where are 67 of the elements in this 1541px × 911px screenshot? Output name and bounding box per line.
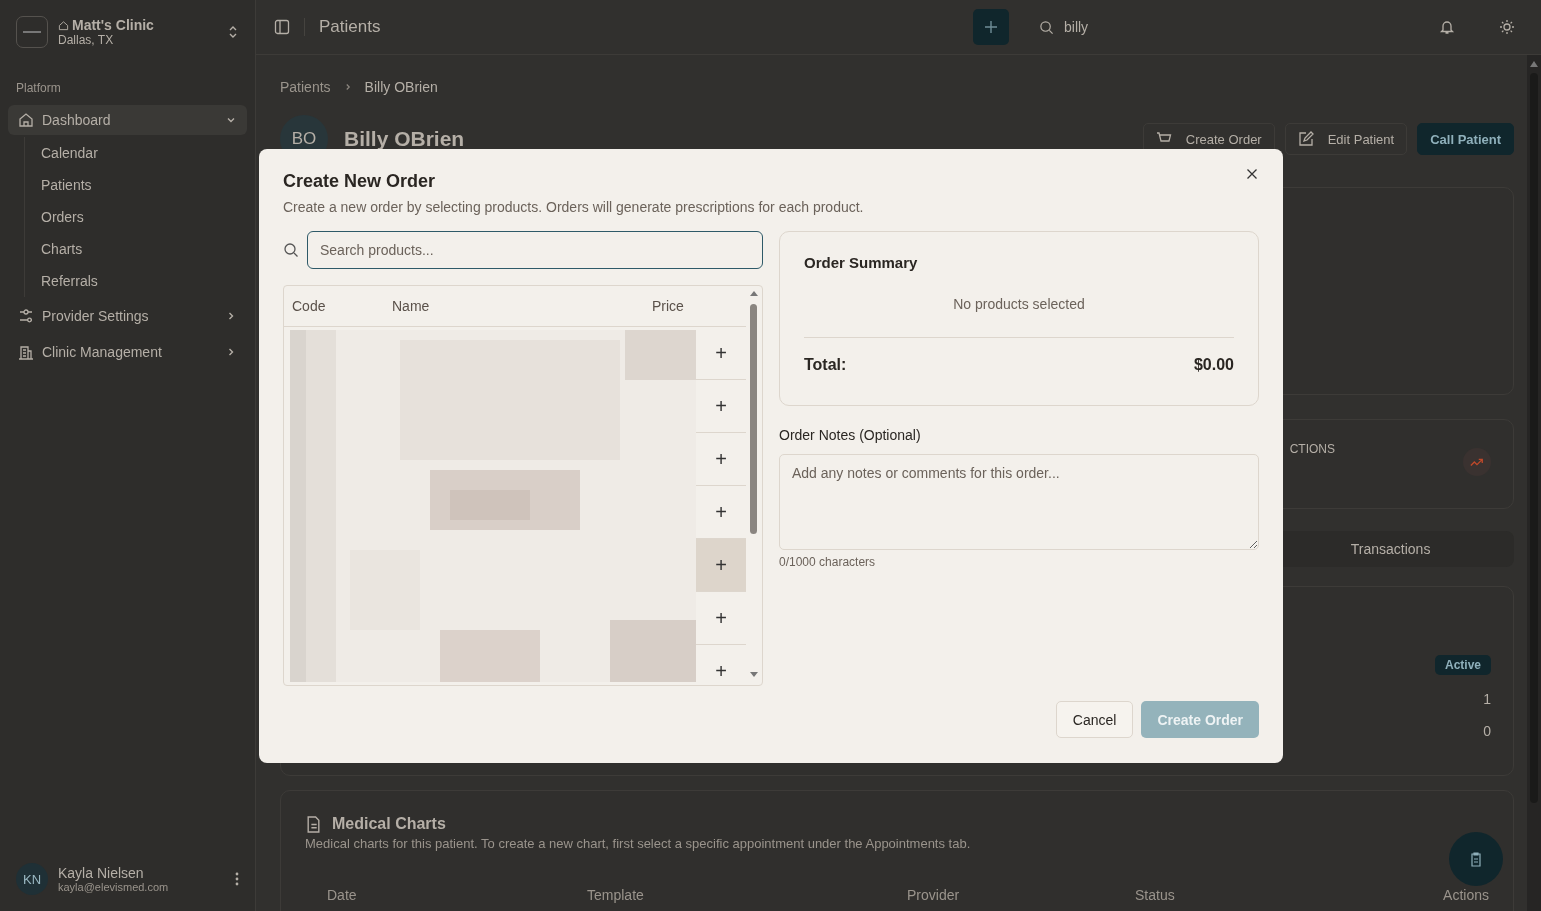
summary-title: Order Summary [804,254,919,271]
total-value: $0.00 [1193,356,1234,374]
building-icon [18,344,34,360]
clinic-name: Matt's Clinic [72,17,154,33]
user-email: kayla@elevismed.com [58,881,170,893]
column-header: Actions [1442,887,1489,903]
more-icon[interactable] [235,872,239,886]
nav-subitem[interactable]: Calendar [41,137,98,169]
user-name: Kayla Nielsen [58,865,145,881]
add-button[interactable]: + [696,539,746,592]
add-button[interactable] [973,9,1009,45]
nav-subitem[interactable]: Charts [41,233,83,265]
clinic-logo [16,16,48,48]
user-avatar: KN [16,863,48,895]
empty-message: No products selected [804,296,1234,338]
scrollbar[interactable] [1527,55,1541,911]
sidebar-toggle-icon[interactable] [274,19,290,35]
dialog-title: Create New Order [283,171,436,192]
column-header: Provider [907,887,961,903]
search-field[interactable]: Search products... [307,231,763,269]
column-header: Status [1135,887,1176,903]
status-badge: Active [1434,655,1491,675]
close-icon[interactable] [1246,168,1258,180]
trend-icon [1463,448,1491,476]
total-label: Total: [804,356,847,374]
nav-subitem[interactable]: Referrals [41,265,98,297]
nav-item[interactable]: Provider Settings [8,301,247,331]
home-icon [58,19,69,31]
column-header: Code [291,298,327,314]
nav-item[interactable]: Dashboard [8,105,247,135]
nav-item[interactable]: Clinic Management [8,337,247,367]
search-icon [1039,19,1054,35]
column-header: Template [587,887,645,903]
charts-description: Medical charts for this patient. To create a new chart, first select a specific appointment under the Appointments tab. [305,836,972,851]
breadcrumb-link[interactable]: Patients [280,79,331,95]
home-icon [18,112,34,128]
column-header: Name [392,298,431,314]
sliders-icon [18,308,34,324]
column-header: Date [327,887,358,903]
dialog-description: Create a new order by selecting products. Orders will generate prescriptions for each product. [283,199,864,215]
section-label: Platform [16,81,62,95]
patient-name: Billy OBrien [344,127,465,151]
clinic-location: Dallas, TX [58,33,115,47]
plus-icon [984,20,998,34]
clipboard-icon [1468,851,1484,867]
edit-icon [1297,131,1314,147]
detail-value: 0 [1483,723,1491,739]
action-button[interactable]: Call Patient [1417,123,1514,155]
charts-title: Medical Charts [332,815,446,833]
switcher-icon[interactable] [227,24,239,40]
notes-label: Order Notes (Optional) [779,427,922,443]
nav-subitem[interactable]: Patients [41,169,92,201]
page-title: Patients [319,17,381,37]
column-header: Price [652,298,684,314]
dialog-button[interactable]: Cancel [1055,701,1134,738]
stat-label: CTIONS [1289,442,1335,456]
sun-icon[interactable] [1499,19,1515,35]
search-field[interactable]: billy [1033,9,1425,45]
detail-value: 1 [1483,691,1491,707]
notes-field[interactable]: Add any notes or comments for this order... [779,454,1259,550]
breadcrumb-current: Billy OBrien [364,79,438,95]
search-icon [283,242,299,258]
character-counter: 0/1000 characters [779,555,877,569]
bell-icon[interactable] [1439,19,1455,35]
nav-subitem[interactable]: Orders [41,201,84,233]
document-icon [305,815,322,833]
action-button[interactable]: Edit Patient [1284,123,1408,155]
